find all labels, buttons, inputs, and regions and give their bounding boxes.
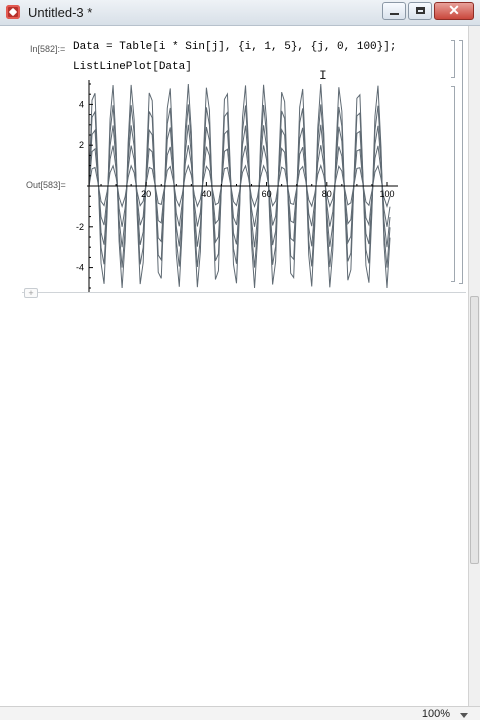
group-cell-bracket[interactable]	[459, 40, 463, 284]
vertical-scrollbar[interactable]	[468, 26, 480, 710]
list-line-plot[interactable]: 20 40 60 80 100 4 2 -2 -4	[0, 26, 468, 296]
zoom-dropdown-icon[interactable]	[460, 713, 468, 718]
status-bar: 100%	[0, 706, 480, 720]
y-tick-label: -2	[76, 222, 84, 232]
minimize-icon	[390, 13, 399, 15]
x-tick-label: 80	[322, 189, 332, 199]
minimize-button[interactable]	[382, 2, 406, 20]
y-tick-label: 4	[79, 99, 84, 109]
cell-insert-button[interactable]: +	[24, 288, 38, 298]
x-tick-label: 40	[201, 189, 211, 199]
zoom-level[interactable]: 100%	[422, 708, 450, 720]
x-tick-label: 60	[262, 189, 272, 199]
title-bar: Untitled-3 * ✕	[0, 0, 480, 26]
close-icon: ✕	[448, 2, 460, 18]
y-tick-label: 2	[79, 140, 84, 150]
x-tick-label: 20	[141, 189, 151, 199]
maximize-button[interactable]	[408, 2, 432, 20]
input-cell-bracket[interactable]	[451, 40, 455, 78]
window-title: Untitled-3 *	[28, 5, 93, 20]
maximize-icon	[416, 7, 425, 14]
y-tick-label: -4	[76, 263, 84, 273]
cell-insertion-line	[22, 292, 466, 293]
x-tick-label: 100	[379, 189, 394, 199]
notebook-area[interactable]: In[582]:= Data = Table[i * Sin[j], {i, 1…	[0, 26, 468, 706]
output-cell-bracket[interactable]	[451, 86, 455, 282]
mathematica-app-icon[interactable]	[6, 5, 20, 19]
scrollbar-thumb[interactable]	[470, 296, 479, 564]
window-controls: ✕	[382, 2, 474, 20]
close-button[interactable]: ✕	[434, 2, 474, 20]
